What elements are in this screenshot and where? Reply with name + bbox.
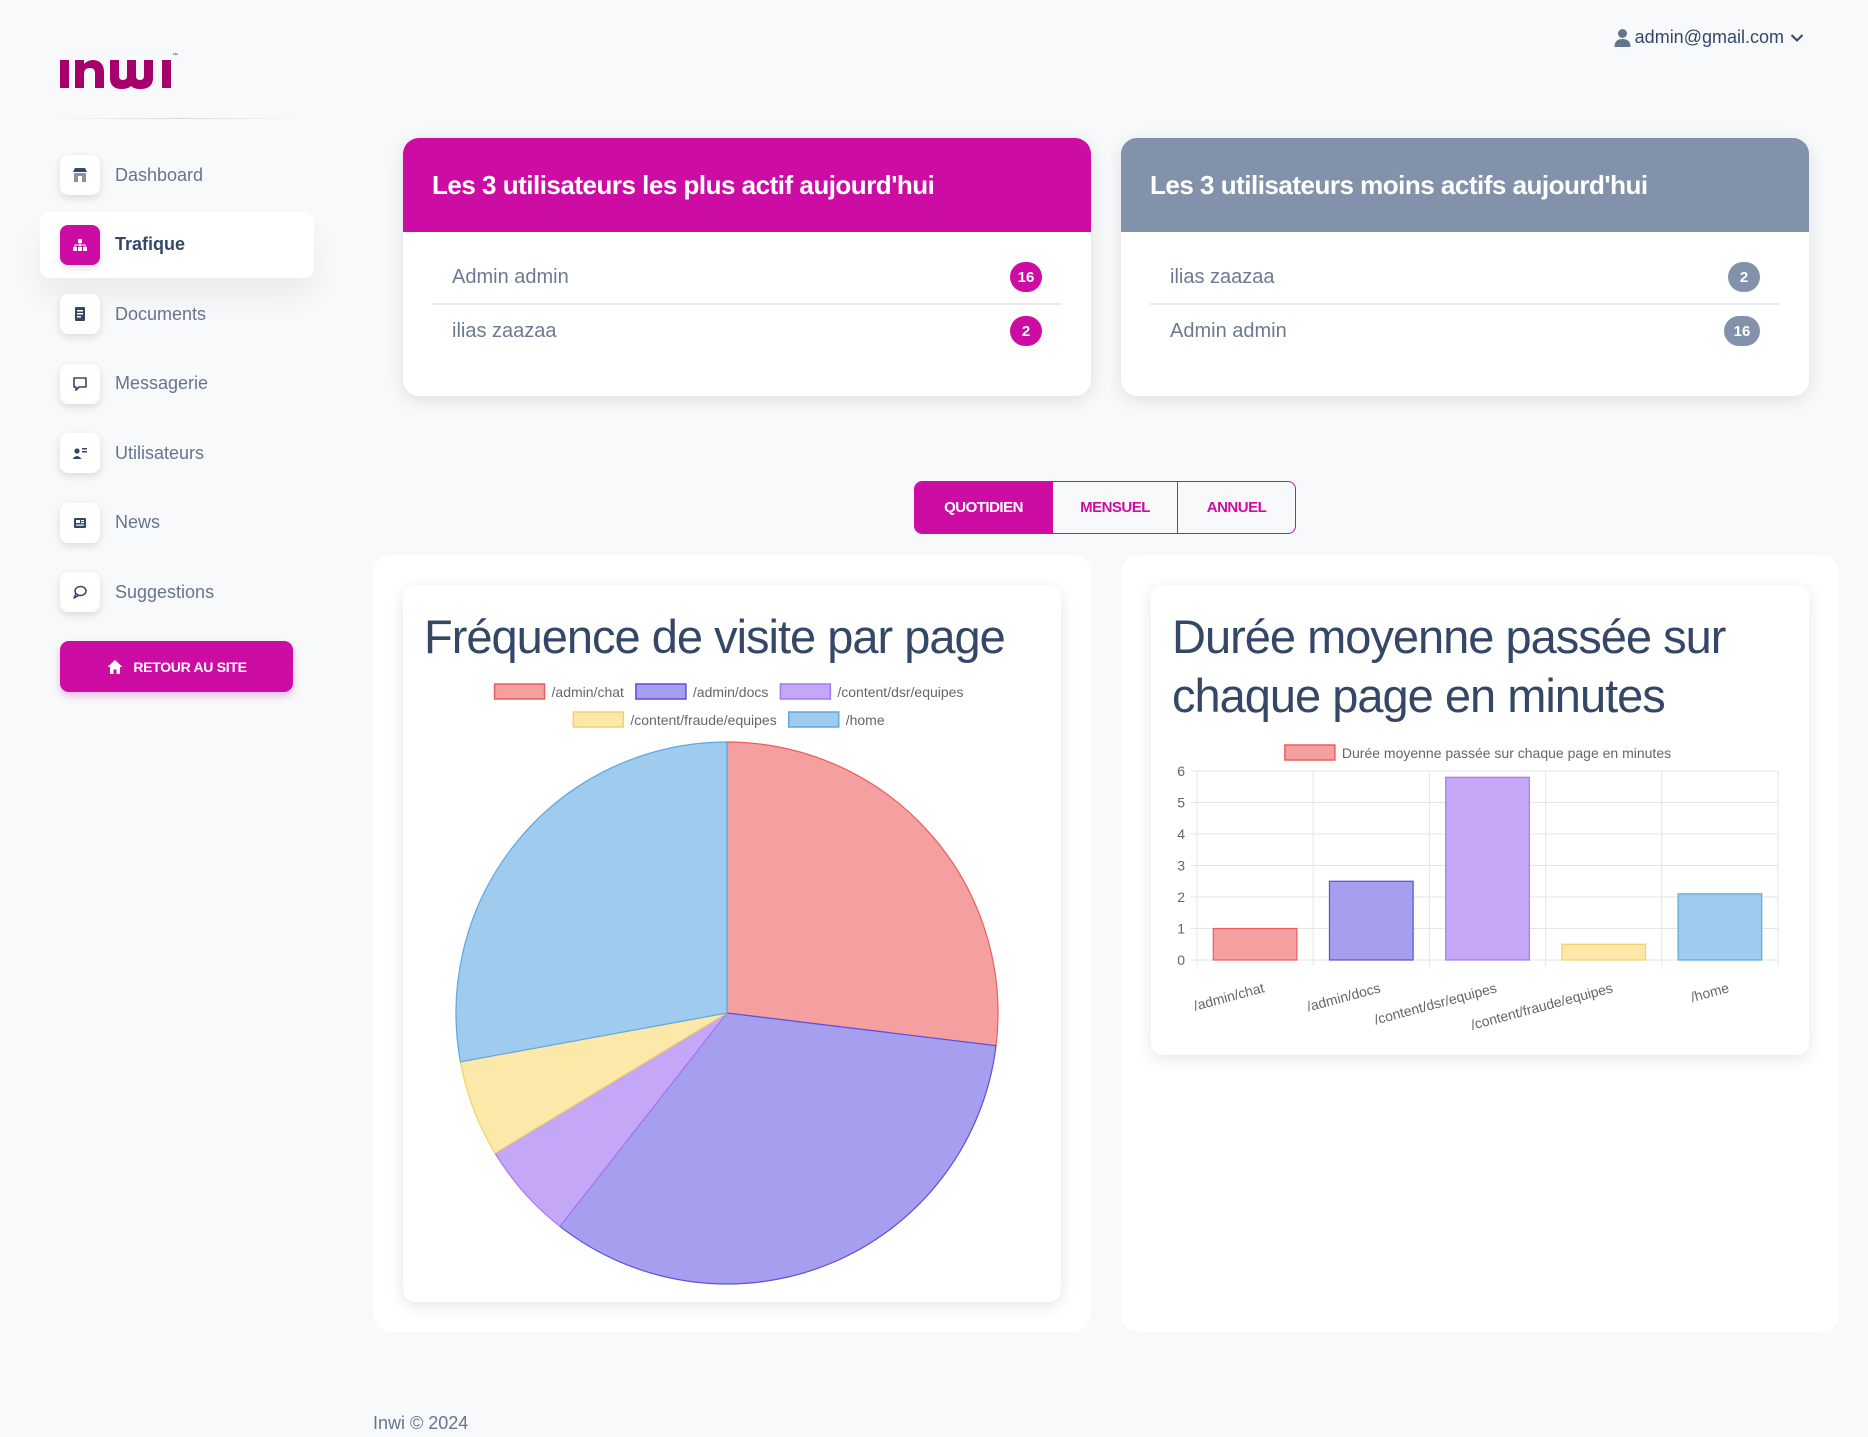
- chat-square-icon: [60, 363, 100, 404]
- sitemap-icon: [60, 224, 100, 265]
- pie-slice[interactable]: [455, 741, 728, 1063]
- legend-swatch: [635, 683, 687, 700]
- card-title: Les 3 utilisateurs les plus actif aujour…: [403, 138, 1091, 232]
- pie-chart-panel: Fréquence de visite par page /admin/chat…: [373, 555, 1091, 1332]
- sidebar-item-label: Documents: [115, 303, 207, 324]
- y-tick-label: 0: [1177, 952, 1185, 968]
- bar-chart: Durée moyenne passée sur chaque page en …: [1177, 744, 1779, 1033]
- y-tick-label: 1: [1177, 921, 1185, 937]
- pie-chart: /admin/chat/admin/docs/content/dsr/equip…: [455, 683, 999, 1285]
- sidebar-item-trafique[interactable]: Trafique: [40, 211, 314, 278]
- newspaper-icon: [60, 502, 100, 543]
- legend-label[interactable]: /content/dsr/equipes: [837, 684, 963, 700]
- legend-swatch: [572, 711, 625, 728]
- back-to-site-label: RETOUR AU SITE: [133, 658, 247, 675]
- inwi-logo[interactable]: ™: [58, 48, 196, 90]
- home-icon: [107, 659, 123, 674]
- legend-swatch: [1284, 744, 1336, 761]
- activity-count-badge: 2: [1010, 316, 1042, 346]
- footer-copyright: Inwi © 2024: [373, 1413, 469, 1433]
- sidebar-item-label: News: [115, 512, 161, 532]
- sidebar-item-label: Suggestions: [115, 581, 215, 602]
- user-name: ilias zaazaa: [452, 319, 557, 342]
- legend-swatch: [787, 711, 840, 728]
- sidebar-item-label: Messagerie: [115, 373, 209, 393]
- shop-icon: [60, 155, 100, 195]
- user-row: Admin admin 16: [1150, 303, 1780, 357]
- sidebar-item-documents[interactable]: Documents: [40, 281, 314, 347]
- legend-label[interactable]: /admin/docs: [693, 684, 768, 700]
- user-name: Admin admin: [452, 265, 569, 288]
- legend-label[interactable]: /admin/chat: [552, 684, 624, 700]
- card-title: Les 3 utilisateurs moins actifs aujourd'…: [1121, 138, 1809, 232]
- y-tick-label: 5: [1177, 795, 1185, 811]
- sidebar-item-news[interactable]: News: [40, 490, 314, 556]
- x-tick-label: /home: [1689, 979, 1731, 1005]
- x-tick-label: /admin/chat: [1192, 979, 1266, 1013]
- bar[interactable]: [1677, 893, 1763, 961]
- bar[interactable]: [1328, 880, 1414, 961]
- svg-text:™: ™: [172, 52, 178, 59]
- legend-label[interactable]: /content/fraude/equipes: [630, 712, 776, 728]
- user-email: admin@gmail.com: [1634, 27, 1784, 47]
- bar-chart-card: Durée moyenne passée sur chaque page en …: [1151, 585, 1809, 1055]
- user-row: ilias zaazaa 2: [1150, 251, 1780, 303]
- back-to-site-button[interactable]: RETOUR AU SITE: [60, 641, 293, 692]
- user-card-icon: [60, 433, 100, 473]
- sidebar-item-utilisateurs[interactable]: Utilisateurs: [40, 420, 314, 486]
- x-tick-label: /admin/docs: [1305, 979, 1382, 1014]
- activity-count-badge: 16: [1010, 262, 1042, 292]
- period-tabs: QUOTIDIEN MENSUEL ANNUEL: [914, 481, 1296, 534]
- most-active-users-card: Les 3 utilisateurs les plus actif aujour…: [403, 138, 1091, 396]
- tab-annuel[interactable]: ANNUEL: [1177, 482, 1295, 533]
- pie-chart-card: Fréquence de visite par page /admin/chat…: [403, 585, 1061, 1302]
- activity-count-badge: 2: [1728, 262, 1760, 292]
- legend-swatch: [779, 683, 832, 700]
- inwi-logo-mark: ™: [60, 52, 178, 89]
- chat-bubble-icon: [60, 572, 100, 612]
- chevron-down-icon: [1790, 33, 1804, 42]
- user-row: Admin admin 16: [432, 251, 1062, 303]
- tab-mensuel[interactable]: MENSUEL: [1052, 482, 1177, 533]
- legend-swatch: [493, 683, 546, 700]
- bar-chart-panel: Durée moyenne passée sur chaque page en …: [1121, 555, 1839, 1332]
- sidebar-nav: Dashboard Trafique Documents Messagerie …: [40, 142, 314, 629]
- user-name: Admin admin: [1170, 319, 1287, 342]
- sidebar-item-label: Dashboard: [115, 164, 204, 185]
- sidebar-item-dashboard[interactable]: Dashboard: [40, 142, 314, 208]
- bar[interactable]: [1212, 927, 1298, 961]
- pie-slice[interactable]: [726, 741, 999, 1047]
- bar[interactable]: [1445, 776, 1530, 961]
- least-active-users-card: Les 3 utilisateurs moins actifs aujourd'…: [1121, 138, 1809, 396]
- sidebar-item-suggestions[interactable]: Suggestions: [40, 559, 314, 625]
- user-name: ilias zaazaa: [1170, 265, 1275, 288]
- y-tick-label: 6: [1177, 763, 1185, 779]
- user-icon: [1614, 28, 1631, 47]
- legend-label[interactable]: /home: [846, 712, 885, 728]
- sidebar-item-label: Trafique: [115, 234, 186, 254]
- y-tick-label: 4: [1177, 826, 1185, 842]
- tab-quotidien[interactable]: QUOTIDIEN: [915, 482, 1052, 533]
- user-row: ilias zaazaa 2: [432, 303, 1062, 357]
- document-icon: [60, 294, 100, 334]
- y-tick-label: 2: [1177, 889, 1185, 905]
- logo-divider: [48, 118, 308, 119]
- legend-label[interactable]: Durée moyenne passée sur chaque page en …: [1342, 745, 1671, 761]
- bar[interactable]: [1561, 943, 1647, 961]
- activity-count-badge: 16: [1724, 316, 1760, 346]
- user-menu[interactable]: admin@gmail.com: [1614, 27, 1804, 48]
- y-tick-label: 3: [1177, 858, 1185, 874]
- sidebar-item-messagerie[interactable]: Messagerie: [40, 351, 314, 417]
- sidebar-item-label: Utilisateurs: [115, 442, 205, 463]
